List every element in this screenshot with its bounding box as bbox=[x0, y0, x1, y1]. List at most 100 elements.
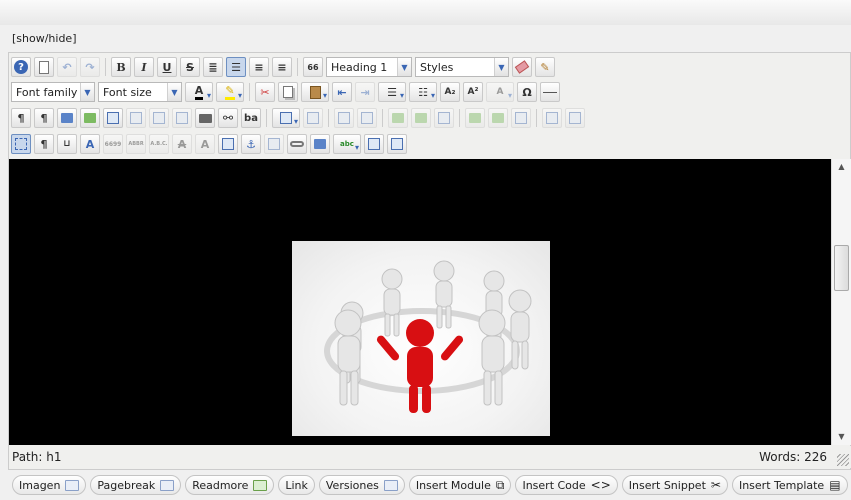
font-size-select[interactable]: Font size ▼ bbox=[98, 82, 182, 102]
scroll-up-icon[interactable]: ▲ bbox=[832, 159, 851, 175]
align-center-button[interactable]: ☰ bbox=[226, 57, 246, 77]
merge-cells-button[interactable] bbox=[565, 108, 585, 128]
show-hide-toggle[interactable]: [show/hide] bbox=[12, 32, 77, 45]
italic-button[interactable]: I bbox=[134, 57, 154, 77]
insert-snippet-button[interactable]: Insert Snippet ✂ bbox=[621, 475, 728, 495]
deletion-button[interactable]: A bbox=[172, 134, 192, 154]
readmore-button[interactable]: Readmore bbox=[185, 475, 275, 495]
bullet-list-button[interactable]: ☷ bbox=[409, 82, 437, 102]
editor-content-area[interactable] bbox=[9, 159, 831, 445]
select-all-button[interactable] bbox=[172, 108, 192, 128]
paste-button[interactable] bbox=[301, 82, 329, 102]
circle-of-figures-image[interactable] bbox=[292, 241, 550, 436]
replace-icon: ba bbox=[244, 112, 258, 124]
delete-col-button[interactable] bbox=[511, 108, 531, 128]
separator bbox=[297, 58, 298, 76]
character-map-dropdown[interactable]: A bbox=[486, 82, 514, 102]
replace-button[interactable]: ba bbox=[241, 108, 261, 128]
superscript-button[interactable]: A² bbox=[463, 82, 483, 102]
acronym-button[interactable]: A.B.C. bbox=[149, 134, 169, 154]
justify-full-button[interactable]: ≣ bbox=[203, 57, 223, 77]
paste-text-button[interactable] bbox=[126, 108, 146, 128]
undo-button[interactable]: ↶ bbox=[57, 57, 77, 77]
insert-template-button[interactable]: Insert Template ▤ bbox=[731, 475, 848, 495]
spellcheck-button[interactable]: abc bbox=[333, 134, 361, 154]
insert-table-button[interactable] bbox=[272, 108, 300, 128]
copy-button[interactable] bbox=[278, 82, 298, 102]
underline-button[interactable]: U bbox=[157, 57, 177, 77]
font-family-select[interactable]: Font family ▼ bbox=[11, 82, 95, 102]
versions-icon bbox=[383, 479, 398, 491]
image-button-label: Imagen bbox=[19, 478, 61, 492]
broom-icon: ✎ bbox=[540, 60, 550, 74]
highlight-color-button[interactable]: ✎ bbox=[216, 82, 244, 102]
strikethrough-button[interactable]: S bbox=[180, 57, 200, 77]
format-select[interactable]: Heading 1 ▼ bbox=[326, 57, 412, 77]
insert-row-before-button[interactable] bbox=[388, 108, 408, 128]
template-button[interactable] bbox=[387, 134, 407, 154]
delete-table-button[interactable] bbox=[303, 108, 323, 128]
remove-format-button[interactable] bbox=[512, 57, 532, 77]
paste-word-button[interactable] bbox=[149, 108, 169, 128]
cut-button[interactable]: ✂ bbox=[255, 82, 275, 102]
layer-button[interactable] bbox=[364, 134, 384, 154]
ltr-button[interactable]: ¶ bbox=[11, 108, 31, 128]
insert-template-button-label: Insert Template bbox=[738, 478, 825, 492]
split-cells-button[interactable] bbox=[542, 108, 562, 128]
help-button[interactable]: ? bbox=[11, 57, 31, 77]
insert-link-button[interactable] bbox=[287, 134, 307, 154]
insert-module-button[interactable]: Insert Module ⧉ bbox=[408, 475, 512, 495]
attributes-button[interactable] bbox=[218, 134, 238, 154]
vertical-scrollbar[interactable]: ▲ ▼ bbox=[831, 159, 851, 445]
horizontal-rule-button[interactable] bbox=[540, 82, 560, 102]
unlink-button[interactable] bbox=[264, 134, 284, 154]
styles-select[interactable]: Styles ▼ bbox=[415, 57, 509, 77]
blockquote-button[interactable]: 66 bbox=[303, 57, 323, 77]
row-props-button[interactable] bbox=[334, 108, 354, 128]
bold-button[interactable]: B bbox=[111, 57, 131, 77]
insert-image-button[interactable] bbox=[310, 134, 330, 154]
pagebreak-button[interactable]: Pagebreak bbox=[90, 475, 182, 495]
subscript-button[interactable]: A₂ bbox=[440, 82, 460, 102]
row-props-icon bbox=[338, 112, 350, 124]
fullscreen-button[interactable] bbox=[57, 108, 77, 128]
versions-button[interactable]: Versiones bbox=[318, 475, 405, 495]
non-breaking-button[interactable]: ⊔ bbox=[57, 134, 77, 154]
insert-code-button[interactable]: Insert Code <> bbox=[515, 475, 618, 495]
align-left-button[interactable]: ≡ bbox=[249, 57, 269, 77]
align-right-button[interactable]: ≡ bbox=[272, 57, 292, 77]
insert-col-after-button[interactable] bbox=[488, 108, 508, 128]
resize-grip-icon[interactable] bbox=[837, 454, 849, 466]
link-button[interactable]: Link bbox=[278, 475, 315, 495]
scroll-down-icon[interactable]: ▼ bbox=[832, 429, 851, 445]
citation-button[interactable]: 6699 bbox=[103, 134, 123, 154]
path-value[interactable]: h1 bbox=[46, 450, 61, 464]
cleanup-button[interactable]: ✎ bbox=[535, 57, 555, 77]
special-character-button[interactable]: Ω bbox=[517, 82, 537, 102]
rtl-button[interactable]: ¶ bbox=[34, 108, 54, 128]
find-button[interactable]: ⚯ bbox=[218, 108, 238, 128]
abbreviation-button[interactable]: ABBR bbox=[126, 134, 146, 154]
new-document-button[interactable] bbox=[34, 57, 54, 77]
visual-aid-button[interactable] bbox=[11, 134, 31, 154]
indent-button[interactable]: ⇥ bbox=[355, 82, 375, 102]
redo-button[interactable]: ↷ bbox=[80, 57, 100, 77]
figure bbox=[433, 260, 455, 329]
outdent-button[interactable]: ⇤ bbox=[332, 82, 352, 102]
style-props-button[interactable]: A bbox=[80, 134, 100, 154]
print-button[interactable] bbox=[195, 108, 215, 128]
anchor-button[interactable]: ⚓ bbox=[241, 134, 261, 154]
eraser-icon bbox=[514, 60, 530, 74]
image-button[interactable]: Imagen bbox=[12, 475, 87, 495]
show-blocks-button[interactable]: ¶ bbox=[34, 134, 54, 154]
text-color-button[interactable]: A bbox=[185, 82, 213, 102]
numbered-list-button[interactable]: ☰ bbox=[378, 82, 406, 102]
preview-button[interactable] bbox=[80, 108, 100, 128]
delete-row-button[interactable] bbox=[434, 108, 454, 128]
insert-col-before-button[interactable] bbox=[465, 108, 485, 128]
cell-props-button[interactable] bbox=[357, 108, 377, 128]
scroll-thumb[interactable] bbox=[834, 245, 849, 291]
insert-row-after-button[interactable] bbox=[411, 108, 431, 128]
source-code-button[interactable] bbox=[103, 108, 123, 128]
insertion-button[interactable]: A bbox=[195, 134, 215, 154]
